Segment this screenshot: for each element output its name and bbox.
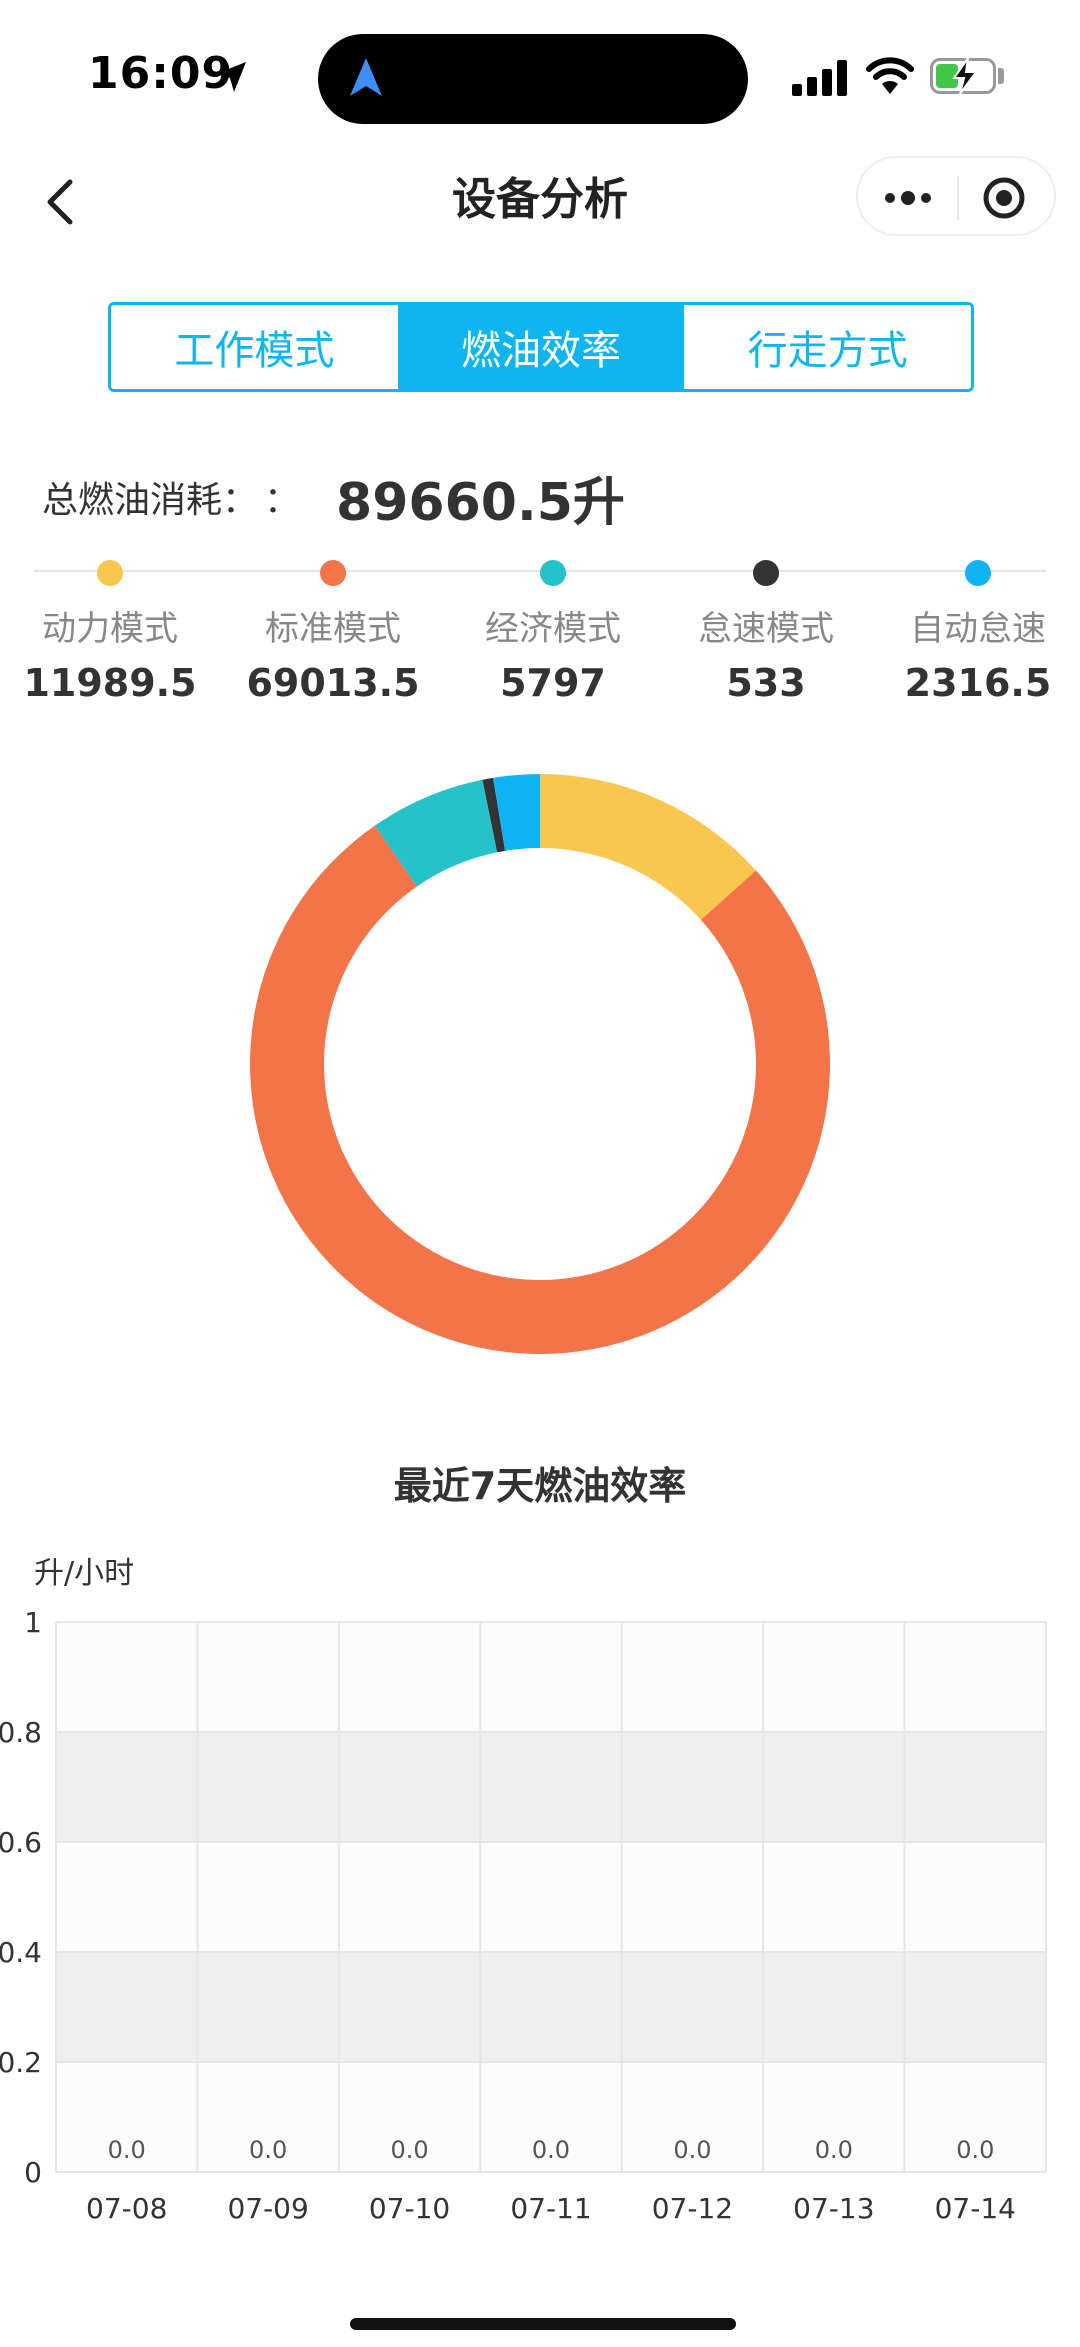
y-tick-label: 0.8: [0, 1716, 42, 1749]
tab-work-mode[interactable]: 工作模式: [111, 305, 398, 389]
chart-title: 最近7天燃油效率: [393, 1464, 687, 1508]
legend-name: 自动怠速: [910, 609, 1046, 649]
y-tick-label: 0.4: [0, 1936, 42, 1969]
home-indicator: [350, 2318, 736, 2330]
bar-value-label: 0.0: [532, 2136, 570, 2164]
x-tick-label: 07-08: [86, 2192, 167, 2225]
legend-item-power: 动力模式 11989.5: [10, 556, 210, 706]
nav-bar: 设备分析: [0, 150, 1080, 270]
total-fuel-separator: ：: [264, 480, 301, 521]
legend-value: 2316.5: [904, 661, 1052, 705]
battery-cap: [998, 68, 1004, 84]
x-tick-label: 07-10: [369, 2192, 450, 2225]
donut-slice-1: [540, 774, 757, 920]
legend-dot: [965, 560, 991, 586]
legend-dot: [753, 560, 779, 586]
legend-name: 怠速模式: [698, 609, 834, 649]
analysis-tabs: 工作模式 燃油效率 行走方式: [108, 302, 974, 392]
legend-name: 经济模式: [485, 609, 621, 649]
legend-value: 5797: [500, 661, 606, 705]
legend-item-economy: 经济模式 5797: [453, 556, 653, 706]
y-tick-label: 0.2: [0, 2046, 42, 2079]
y-tick-label: 1: [24, 1606, 42, 1639]
bar-value-label: 0.0: [249, 2136, 287, 2164]
total-fuel: 总燃油消耗： ： 89660.5升: [42, 462, 625, 533]
legend-item-idle: 怠速模式 533: [666, 556, 866, 706]
location-arrow-icon: [216, 62, 246, 92]
bar-value-label: 0.0: [815, 2136, 853, 2164]
legend-dot: [540, 560, 566, 586]
grid-band: [56, 1952, 1046, 2062]
legend-dot: [320, 560, 346, 586]
total-fuel-value: 89660.5升: [336, 472, 625, 533]
legend-item-auto-idle: 自动怠速 2316.5: [878, 556, 1078, 706]
legend-value: 533: [726, 661, 806, 705]
y-tick-label: 0.6: [0, 1826, 42, 1859]
y-tick-label: 0: [24, 2156, 42, 2189]
x-tick-label: 07-11: [510, 2192, 591, 2225]
x-tick-label: 07-09: [227, 2192, 308, 2225]
donut-slice-2: [249, 825, 830, 1354]
navigation-arrow-icon: [350, 58, 382, 96]
bar-value-label: 0.0: [956, 2136, 994, 2164]
wifi-icon: [866, 57, 914, 94]
legend-name: 标准模式: [265, 609, 401, 649]
cellular-signal-icon: [792, 60, 848, 96]
legend-item-standard: 标准模式 69013.5: [233, 556, 433, 706]
legend-value: 11989.5: [23, 661, 197, 705]
x-tick-label: 07-14: [935, 2192, 1016, 2225]
bar-value-label: 0.0: [108, 2136, 146, 2164]
grid-band: [56, 1622, 1046, 1732]
total-fuel-label: 总燃油消耗：: [42, 480, 259, 521]
status-time: 16:09: [88, 48, 234, 99]
charging-bolt-icon: [952, 57, 978, 95]
dynamic-island: [318, 34, 748, 124]
grid-band: [56, 1842, 1046, 1952]
grid-band: [56, 1732, 1046, 1842]
bar-value-label: 0.0: [673, 2136, 711, 2164]
capsule-divider: [957, 176, 959, 220]
status-bar: 16:09: [0, 0, 1080, 150]
tab-travel-mode[interactable]: 行走方式: [684, 305, 971, 389]
tab-fuel-efficiency[interactable]: 燃油效率: [397, 305, 685, 389]
target-circle-icon[interactable]: [982, 176, 1026, 220]
fuel-efficiency-bar-chart: 0 0.2 0.4 0.6 0.8 1 0.0 07-08 0.0 07-09 0.0 07-10 0.…: [0, 1606, 1047, 2225]
mini-program-capsule: [856, 156, 1056, 236]
legend-value: 69013.5: [246, 661, 420, 705]
fuel-donut-chart: [249, 774, 830, 1354]
x-tick-label: 07-13: [793, 2192, 874, 2225]
legend-dot: [97, 560, 123, 586]
legend-name: 动力模式: [42, 609, 178, 649]
more-dots-icon[interactable]: [880, 178, 936, 218]
x-tick-label: 07-12: [652, 2192, 733, 2225]
bar-value-label: 0.0: [390, 2136, 428, 2164]
